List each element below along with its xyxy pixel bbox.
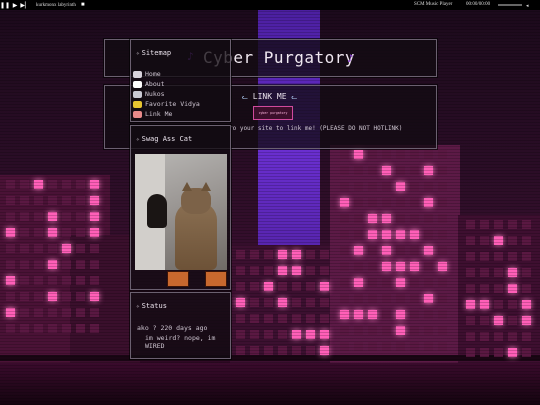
- status-time: ako ? 220 days ago: [137, 324, 208, 332]
- cat-icon: ᓚ: [242, 93, 248, 101]
- cat-icon: [133, 110, 142, 118]
- volume-icon[interactable]: ◂: [526, 3, 529, 9]
- progress-bar[interactable]: [498, 4, 522, 6]
- status-title: Status: [141, 302, 167, 310]
- sitemap-panel: ✧ Sitemap Home About Nukos Favorite Vidya…: [130, 39, 231, 122]
- music-player-bar: ❚❚ ▶ ▶▏ kurkmonx labyrinth ■ SCM Music P…: [0, 0, 540, 10]
- nav-link-me-label[interactable]: Link Me: [145, 110, 172, 118]
- sparkle-icon: ✧: [136, 50, 140, 57]
- cat-head: [181, 188, 211, 214]
- status-message: im weird? nope, im WIRED: [145, 334, 216, 350]
- cat-icon: [133, 100, 142, 108]
- player-time: 00:00/00:00: [466, 2, 491, 7]
- nav-about-label[interactable]: About: [145, 80, 165, 88]
- site-button-badge[interactable]: cyber purgatory: [253, 106, 293, 120]
- nav-favorite-vidya[interactable]: Favorite Vidya: [133, 99, 200, 109]
- play-icon[interactable]: ▶: [10, 0, 20, 10]
- cat-icon: [133, 90, 142, 98]
- link-me-title: LINK ME: [252, 92, 287, 101]
- nav-home[interactable]: Home: [133, 69, 200, 79]
- cat-icon: ᓚ: [291, 93, 298, 101]
- cat-title-row: ✧ Swag Ass Cat: [136, 135, 192, 143]
- nav-home-label[interactable]: Home: [145, 70, 161, 78]
- cat-photo: [135, 154, 227, 270]
- player-title: SCM Music Player: [414, 2, 453, 7]
- nav-nukos-label[interactable]: Nukos: [145, 90, 165, 98]
- cat-gif-left: [167, 271, 189, 287]
- link-me-title-row: ᓚ LINK ME ᓚ: [242, 92, 297, 101]
- sitemap-nav: Home About Nukos Favorite Vidya Link Me: [133, 69, 200, 119]
- nav-favorite-vidya-label[interactable]: Favorite Vidya: [145, 100, 200, 108]
- pause-icon[interactable]: ❚❚: [0, 0, 10, 10]
- next-icon[interactable]: ▶▏: [20, 0, 30, 10]
- status-panel: ✧ Status ako ? 220 days ago im weird? nop…: [130, 292, 231, 359]
- sitemap-title: Sitemap: [141, 49, 172, 57]
- cat-panel: ✧ Swag Ass Cat: [130, 125, 231, 290]
- music-note-icon: ♪: [347, 52, 354, 65]
- wine-bottle: [147, 194, 167, 228]
- link-me-text: ro your site to link me! (PLEASE DO NOT …: [229, 125, 403, 132]
- cat-gif-right: [205, 271, 227, 287]
- sparkle-icon: ✧: [136, 136, 140, 143]
- cat-ear: [182, 182, 192, 191]
- cat-icon: [133, 70, 142, 78]
- cat-icon: [133, 80, 142, 88]
- cat-ear: [201, 182, 211, 191]
- sparkle-icon: ✧: [136, 303, 140, 310]
- sitemap-title-row: ✧ Sitemap: [136, 49, 171, 57]
- nav-nukos[interactable]: Nukos: [133, 89, 200, 99]
- status-title-row: ✧ Status: [136, 302, 167, 310]
- track-name: kurkmonx labyrinth: [36, 2, 76, 8]
- nav-about[interactable]: About: [133, 79, 200, 89]
- cat-title: Swag Ass Cat: [141, 135, 193, 143]
- nav-link-me[interactable]: Link Me: [133, 109, 200, 119]
- stop-icon[interactable]: ■: [78, 0, 88, 10]
